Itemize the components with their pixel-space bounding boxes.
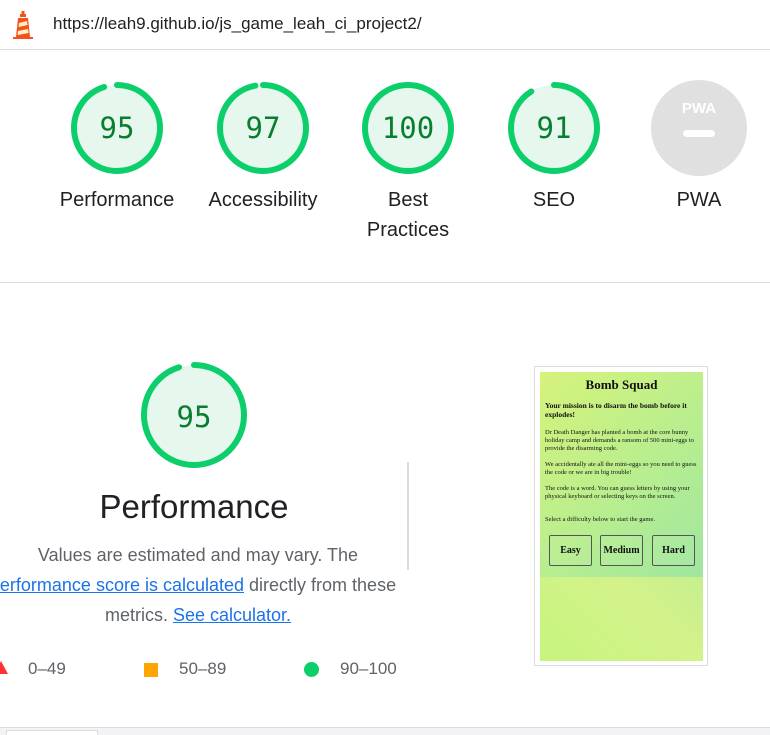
final-screenshot[interactable]: Bomb Squad Your mission is to disarm the… <box>540 372 703 661</box>
url-bar: https://leah9.github.io/js_game_leah_ci_… <box>0 0 770 50</box>
score-ring: 95 <box>71 82 163 174</box>
desc-text-3: metrics. <box>104 605 168 625</box>
score-ring: 91 <box>508 82 600 174</box>
triangle-icon <box>0 661 8 674</box>
gauge-pwa[interactable]: PWA PWA <box>624 80 770 215</box>
score-value: 95 <box>100 111 135 145</box>
gauge-label: PWA <box>676 189 722 211</box>
lighthouse-icon <box>13 11 33 39</box>
vertical-divider <box>407 462 409 570</box>
screenshot-easy-button: Easy <box>549 535 592 566</box>
pwa-badge-text: PWA <box>682 100 716 117</box>
desc-text-1: Values are estimated and may vary. The <box>37 545 359 565</box>
bottom-tab-strip <box>0 727 770 735</box>
gauge-label-line1: Best <box>387 189 429 211</box>
page-url[interactable]: https://leah9.github.io/js_game_leah_ci_… <box>53 14 422 34</box>
pwa-badge-icon: PWA <box>651 80 747 176</box>
screenshot-para: We accidentally ate all the mini-eggs so… <box>545 461 697 476</box>
section-divider <box>0 282 770 283</box>
screenshot-mission: Your mission is to disarm the bomb befor… <box>545 401 687 419</box>
performance-score-ring: 95 <box>141 362 247 468</box>
score-ring: 97 <box>217 82 309 174</box>
desc-text-2: directly from these <box>249 575 397 595</box>
score-value: 100 <box>382 111 434 145</box>
gauge-seo[interactable]: 91 SEO <box>479 80 629 215</box>
gauge-label: Performance <box>59 189 175 211</box>
performance-description: Values are estimated and may vary. The e… <box>0 540 408 630</box>
gauge-label-line2: Practices <box>366 219 450 241</box>
screenshot-para: Dr Death Danger has planted a bomb at th… <box>545 429 694 452</box>
screenshot-title: Bomb Squad <box>585 377 658 392</box>
score-value: 91 <box>537 111 572 145</box>
score-value: 97 <box>246 111 281 145</box>
gauge-label: SEO <box>532 189 576 211</box>
circle-icon <box>304 662 319 677</box>
performance-title: Performance <box>99 488 289 525</box>
screenshot-para: The code is a word. You can guess letter… <box>545 485 690 500</box>
see-calculator-link[interactable]: See calculator. <box>173 605 291 625</box>
screenshot-hard-button: Hard <box>652 535 695 566</box>
gauge-performance[interactable]: 95 Performance <box>42 80 192 215</box>
score-ring: 100 <box>362 82 454 174</box>
gauge-label: Best Practices <box>333 185 483 245</box>
lighthouse-report: https://leah9.github.io/js_game_leah_ci_… <box>0 0 770 735</box>
gauge-label: Accessibility <box>208 189 318 211</box>
gauge-best-practices[interactable]: 100 Best Practices <box>333 80 483 245</box>
bottom-tab[interactable] <box>6 730 98 735</box>
screenshot-para: Select a difficulty below to start the g… <box>545 516 655 523</box>
performance-score-link[interactable]: erformance score is calculated <box>0 575 244 595</box>
legend-fail-range: 0–49 <box>28 659 66 678</box>
square-icon <box>144 663 158 677</box>
performance-score-value: 95 <box>177 400 212 434</box>
legend-pass-range: 90–100 <box>340 659 397 678</box>
gauge-accessibility[interactable]: 97 Accessibility <box>188 80 338 215</box>
screenshot-medium-button: Medium <box>600 535 643 566</box>
legend-average-range: 50–89 <box>179 659 227 678</box>
